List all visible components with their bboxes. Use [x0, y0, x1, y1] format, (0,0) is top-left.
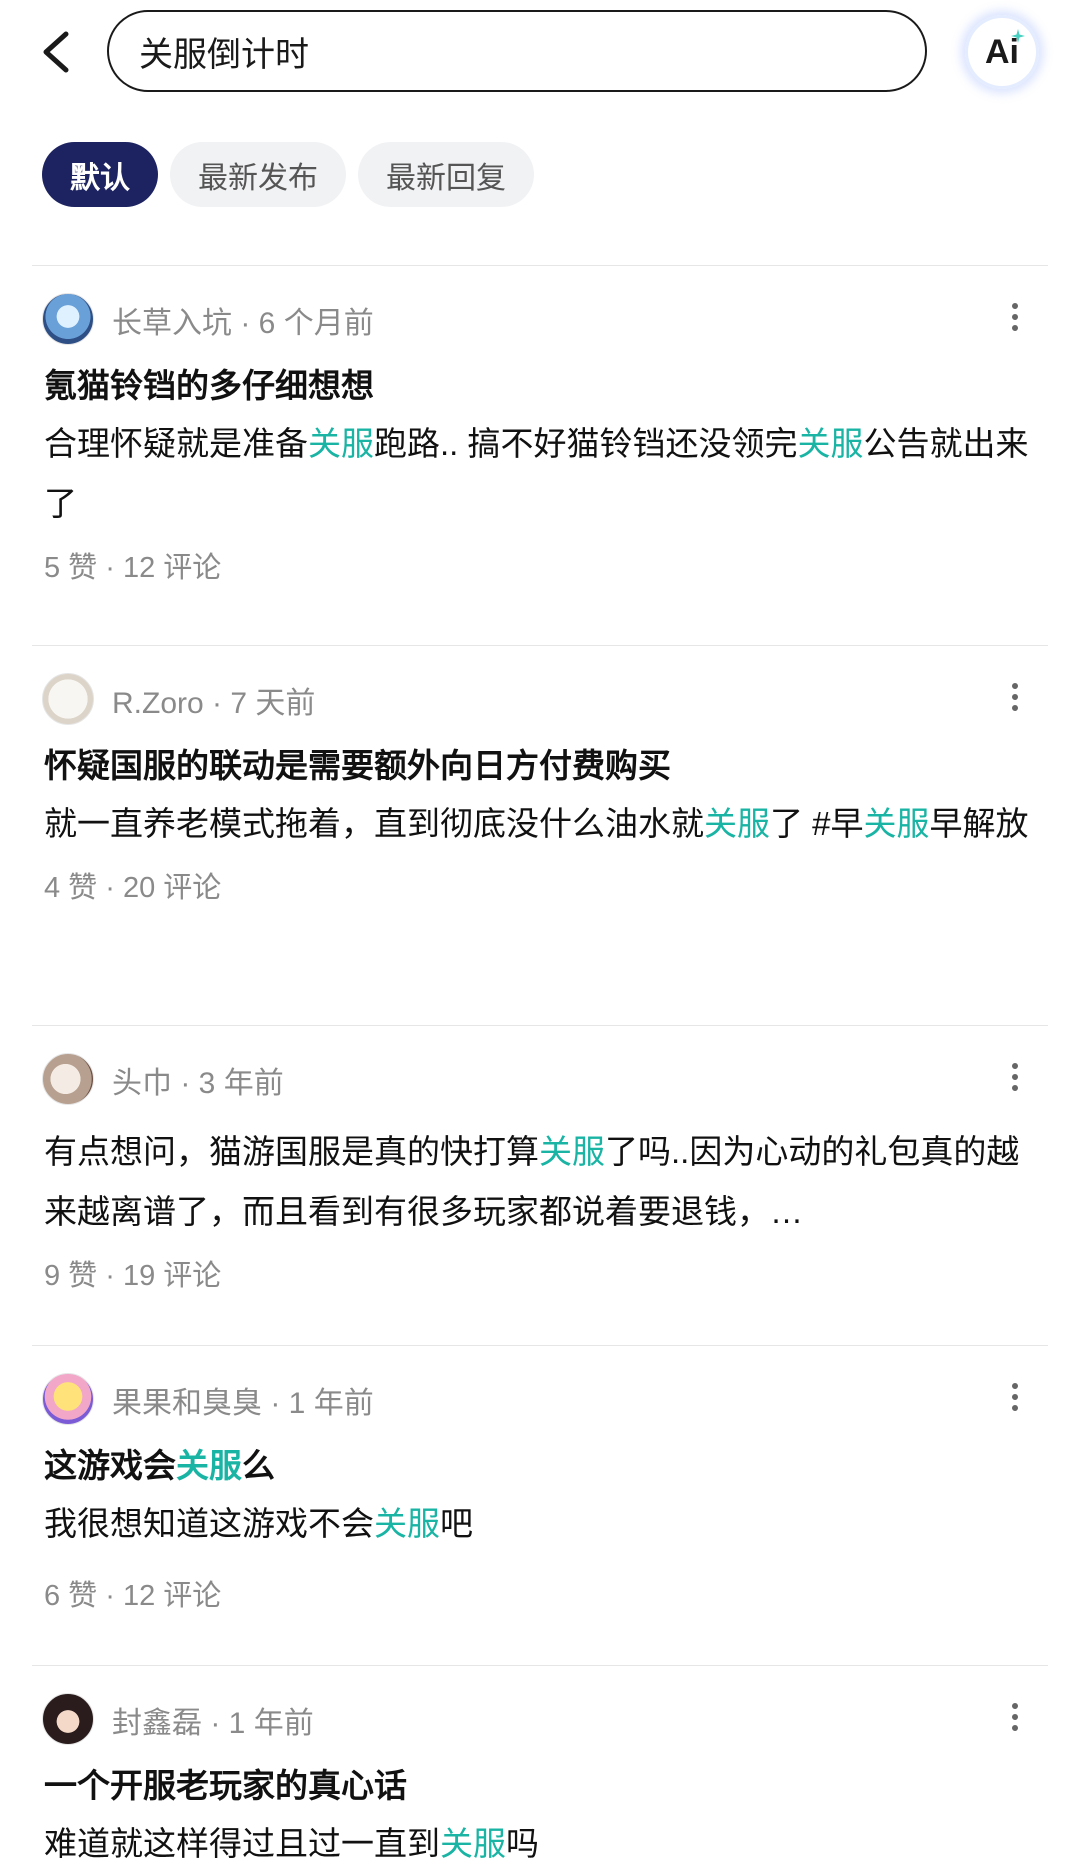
ai-sparkle-icon: [1011, 29, 1025, 43]
post-time: 7 天前: [230, 687, 316, 720]
author-name[interactable]: 头巾: [112, 1067, 172, 1100]
post-meta: 封鑫磊 · 1 年前: [112, 1707, 314, 1740]
post-body: 我很想知道这游戏不会关服吧: [44, 1505, 473, 1542]
more-vertical-icon[interactable]: [1010, 1382, 1020, 1412]
post-stats: 5 赞 · 12 评论: [44, 552, 222, 584]
post-card[interactable]: 封鑫磊 · 1 年前 一个开服老玩家的真心话 难道就这样得过且过一直到关服吗: [32, 1665, 1048, 1874]
avatar[interactable]: [42, 1693, 94, 1745]
post-stats: 6 赞 · 12 评论: [44, 1580, 222, 1612]
post-card[interactable]: 长草入坑 · 6 个月前 氪猫铃铛的多仔细想想 合理怀疑就是准备关服跑路.. 搞…: [32, 265, 1048, 586]
avatar[interactable]: [42, 673, 94, 725]
comment-count: 12 评论: [122, 1580, 222, 1612]
top-bar: Ai: [0, 0, 1080, 110]
post-title: 一个开服老玩家的真心话: [44, 1767, 407, 1804]
comment-count: 12 评论: [122, 552, 222, 584]
search-input[interactable]: [139, 26, 839, 76]
author-name[interactable]: 长草入坑: [112, 307, 232, 340]
post-time: 6 个月前: [258, 307, 374, 340]
post-time: 1 年前: [228, 1707, 314, 1740]
post-time: 1 年前: [288, 1387, 374, 1420]
post-meta: 果果和臭臭 · 1 年前: [112, 1387, 374, 1420]
post-stats: 9 赞 · 19 评论: [44, 1260, 222, 1292]
post-body: 合理怀疑就是准备关服跑路.. 搞不好猫铃铛还没领完关服公告就出来了: [44, 425, 1029, 522]
ai-button[interactable]: Ai: [965, 15, 1039, 89]
tab-default[interactable]: 默认: [42, 142, 158, 207]
post-body: 难道就这样得过且过一直到关服吗: [44, 1825, 539, 1862]
post-meta: 头巾 · 3 年前: [112, 1067, 284, 1100]
post-meta: 长草入坑 · 6 个月前: [112, 307, 374, 340]
post-title: 这游戏会关服么: [44, 1447, 275, 1484]
post-card[interactable]: R.Zoro · 7 天前 怀疑国服的联动是需要额外向日方付费购买 就一直养老模…: [32, 645, 1048, 906]
post-card[interactable]: 果果和臭臭 · 1 年前 这游戏会关服么 我很想知道这游戏不会关服吧 6 赞 ·…: [32, 1345, 1048, 1614]
comment-count: 19 评论: [122, 1260, 222, 1292]
post-stats: 4 赞 · 20 评论: [44, 872, 222, 904]
like-count: 6 赞: [44, 1580, 98, 1612]
post-body: 有点想问，猫游国服是真的快打算关服了吗..因为心动的礼包真的越来越离谱了，而且看…: [44, 1133, 1020, 1230]
comment-count: 20 评论: [122, 872, 222, 904]
tab-latest-reply[interactable]: 最新回复: [358, 142, 534, 207]
like-count: 9 赞: [44, 1260, 98, 1292]
more-vertical-icon[interactable]: [1010, 682, 1020, 712]
avatar[interactable]: [42, 1373, 94, 1425]
author-name[interactable]: R.Zoro: [112, 687, 204, 720]
avatar[interactable]: [42, 1053, 94, 1105]
post-time: 3 年前: [198, 1067, 284, 1100]
post-body: 就一直养老模式拖着，直到彻底没什么油水就关服了 #早关服早解放: [44, 805, 1029, 842]
back-arrow-icon[interactable]: [36, 28, 76, 76]
post-title: 氪猫铃铛的多仔细想想: [44, 367, 374, 404]
more-vertical-icon[interactable]: [1010, 1062, 1020, 1092]
author-name[interactable]: 果果和臭臭: [112, 1387, 262, 1420]
post-meta: R.Zoro · 7 天前: [112, 687, 316, 720]
post-card[interactable]: 头巾 · 3 年前 有点想问，猫游国服是真的快打算关服了吗..因为心动的礼包真的…: [32, 1025, 1048, 1294]
like-count: 5 赞: [44, 552, 98, 584]
like-count: 4 赞: [44, 872, 98, 904]
tab-latest-post[interactable]: 最新发布: [170, 142, 346, 207]
post-title: 怀疑国服的联动是需要额外向日方付费购买: [44, 747, 671, 784]
avatar[interactable]: [42, 293, 94, 345]
search-box[interactable]: [107, 10, 927, 92]
more-vertical-icon[interactable]: [1010, 1702, 1020, 1732]
author-name[interactable]: 封鑫磊: [112, 1707, 202, 1740]
sort-tabs: 默认 最新发布 最新回复: [42, 142, 534, 207]
more-vertical-icon[interactable]: [1010, 302, 1020, 332]
